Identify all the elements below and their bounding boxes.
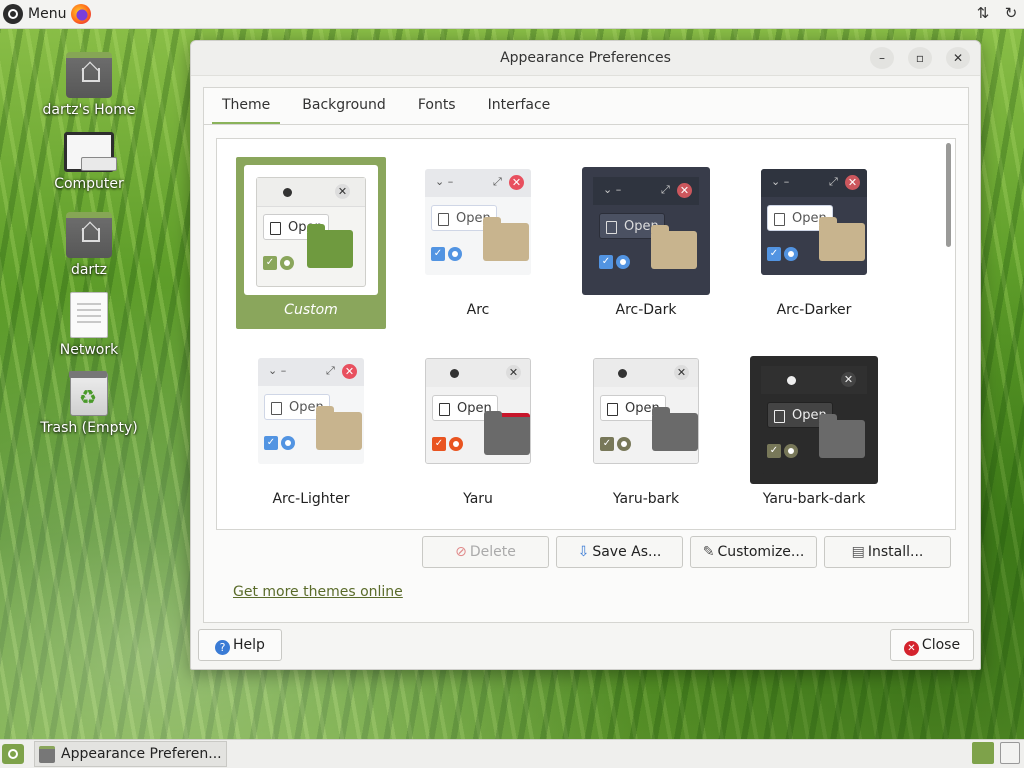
desktop-icon-network[interactable]: Network (34, 292, 144, 358)
theme-name: Arc-Dark (615, 302, 677, 318)
theme-item-arc-darker[interactable]: ⌄ – ⤢ ✕ Open ✓ Arc-Darker (739, 157, 889, 329)
close-icon: ✕ (903, 641, 919, 656)
edit-icon: ✎ (702, 544, 715, 560)
install-button[interactable]: ▤ Install... (824, 536, 951, 568)
minimize-icon[interactable]: – (870, 47, 894, 69)
close-icon[interactable]: ✕ (946, 47, 970, 69)
theme-preview: ⌄ – ⤢ ✕ Open ✓ (761, 169, 867, 275)
scrollbar[interactable] (946, 143, 951, 247)
window-title: Appearance Preferences (500, 50, 671, 66)
appearance-preferences-window: Appearance Preferences – ▫ ✕ Theme Backg… (190, 40, 981, 670)
theme-actions: ⊘ Delete ⇩ Save As... ✎ Customize... ▤ Insta… (422, 536, 951, 568)
theme-preview: ✕ Open ✓ (425, 358, 531, 464)
mint-menu-icon (3, 4, 23, 24)
theme-preview: ✕ Open ✓ (750, 356, 878, 484)
theme-list[interactable]: ✕ Open ✓ Custom ⌄ – ⤢ ✕ Open ✓ Arc ⌄ – ⤢… (216, 138, 956, 530)
tabs-frame: Theme Background Fonts Interface ✕ Open … (203, 87, 969, 623)
network-icon (70, 292, 108, 338)
theme-name: Yaru-bark (612, 491, 680, 507)
get-more-themes-link[interactable]: Get more themes online (233, 584, 403, 600)
home-folder-icon (66, 52, 112, 98)
delete-icon: ⊘ (455, 544, 467, 560)
theme-item-yaru-bark[interactable]: ✕ Open ✓ Yaru-bark (571, 346, 721, 518)
install-icon: ▤ (851, 544, 865, 560)
theme-name: Arc-Lighter (272, 491, 350, 507)
theme-name: Custom (284, 302, 338, 318)
download-icon: ⇩ (577, 544, 590, 560)
theme-preview: ⌄ – ⤢ ✕ Open ✓ (582, 167, 710, 295)
workspace-icon[interactable] (972, 742, 994, 764)
tab-background[interactable]: Background (292, 88, 396, 124)
show-desktop-icon[interactable] (2, 744, 24, 764)
network-icon[interactable]: ⇅ (974, 4, 992, 22)
firefox-icon[interactable] (71, 4, 92, 24)
bottom-panel: Appearance Preferen... (0, 739, 1024, 768)
theme-name: Yaru-bark-dark (762, 491, 866, 507)
tab-interface[interactable]: Interface (478, 88, 561, 124)
trash-icon: ♻ (69, 371, 108, 416)
theme-item-arc-dark[interactable]: ⌄ – ⤢ ✕ Open ✓ Arc-Dark (571, 157, 721, 329)
desktop-icon-dartz[interactable]: dartz (34, 212, 144, 278)
theme-item-yaru[interactable]: ✕ Open ✓ Yaru (403, 346, 553, 518)
close-button[interactable]: ✕ Close (890, 629, 974, 661)
desktop-icon-label: dartz's Home (42, 102, 136, 118)
save-as-button[interactable]: ⇩ Save As... (556, 536, 683, 568)
theme-name: Yaru (463, 491, 493, 507)
tab-theme[interactable]: Theme (212, 88, 281, 124)
delete-button[interactable]: ⊘ Delete (422, 536, 549, 568)
update-icon[interactable]: ↻ (1002, 4, 1020, 22)
titlebar[interactable]: Appearance Preferences – ▫ ✕ (191, 41, 980, 76)
window-icon (39, 745, 55, 763)
trash-applet-icon[interactable] (1000, 742, 1020, 764)
theme-item-arc-lighter[interactable]: ⌄ – ⤢ ✕ Open ✓ Arc-Lighter (236, 346, 386, 518)
top-panel: Menu ⇅ ↻ (0, 0, 1024, 29)
help-icon: ? (215, 640, 231, 655)
system-tray: ⇅ ↻ (974, 4, 1020, 22)
theme-name: Arc (466, 302, 490, 318)
desktop-icon-label: Network (59, 342, 119, 358)
theme-item-arc[interactable]: ⌄ – ⤢ ✕ Open ✓ Arc (403, 157, 553, 329)
menu-button[interactable]: Menu (0, 0, 97, 28)
theme-preview: ✕ Open ✓ (593, 358, 699, 464)
home-folder-icon (66, 212, 112, 258)
theme-item-custom[interactable]: ✕ Open ✓ Custom (236, 157, 386, 329)
theme-preview: ✕ Open ✓ (244, 165, 378, 295)
taskbar-item-appearance[interactable]: Appearance Preferen... (34, 741, 227, 767)
desktop-icon-label: dartz (70, 262, 108, 278)
theme-preview: ⌄ – ⤢ ✕ Open ✓ (258, 358, 364, 464)
theme-item-yaru-bark-dark[interactable]: ✕ Open ✓ Yaru-bark-dark (739, 346, 889, 518)
computer-icon (64, 132, 117, 172)
maximize-icon[interactable]: ▫ (908, 47, 932, 69)
tab-bar: Theme Background Fonts Interface (204, 88, 968, 125)
desktop-icon-computer[interactable]: Computer (34, 132, 144, 192)
desktop-icon-label: Trash (Empty) (40, 420, 138, 436)
desktop-icon-label: Computer (54, 176, 124, 192)
theme-name: Arc-Darker (776, 302, 852, 318)
menu-label: Menu (28, 6, 67, 22)
tab-fonts[interactable]: Fonts (408, 88, 466, 124)
customize-button[interactable]: ✎ Customize... (690, 536, 817, 568)
help-button[interactable]: ? Help (198, 629, 282, 661)
taskbar-item-label: Appearance Preferen... (61, 746, 222, 762)
desktop-icon-trash[interactable]: ♻ Trash (Empty) (34, 371, 144, 436)
desktop-icon-home[interactable]: dartz's Home (34, 52, 144, 118)
theme-preview: ⌄ – ⤢ ✕ Open ✓ (425, 169, 531, 275)
